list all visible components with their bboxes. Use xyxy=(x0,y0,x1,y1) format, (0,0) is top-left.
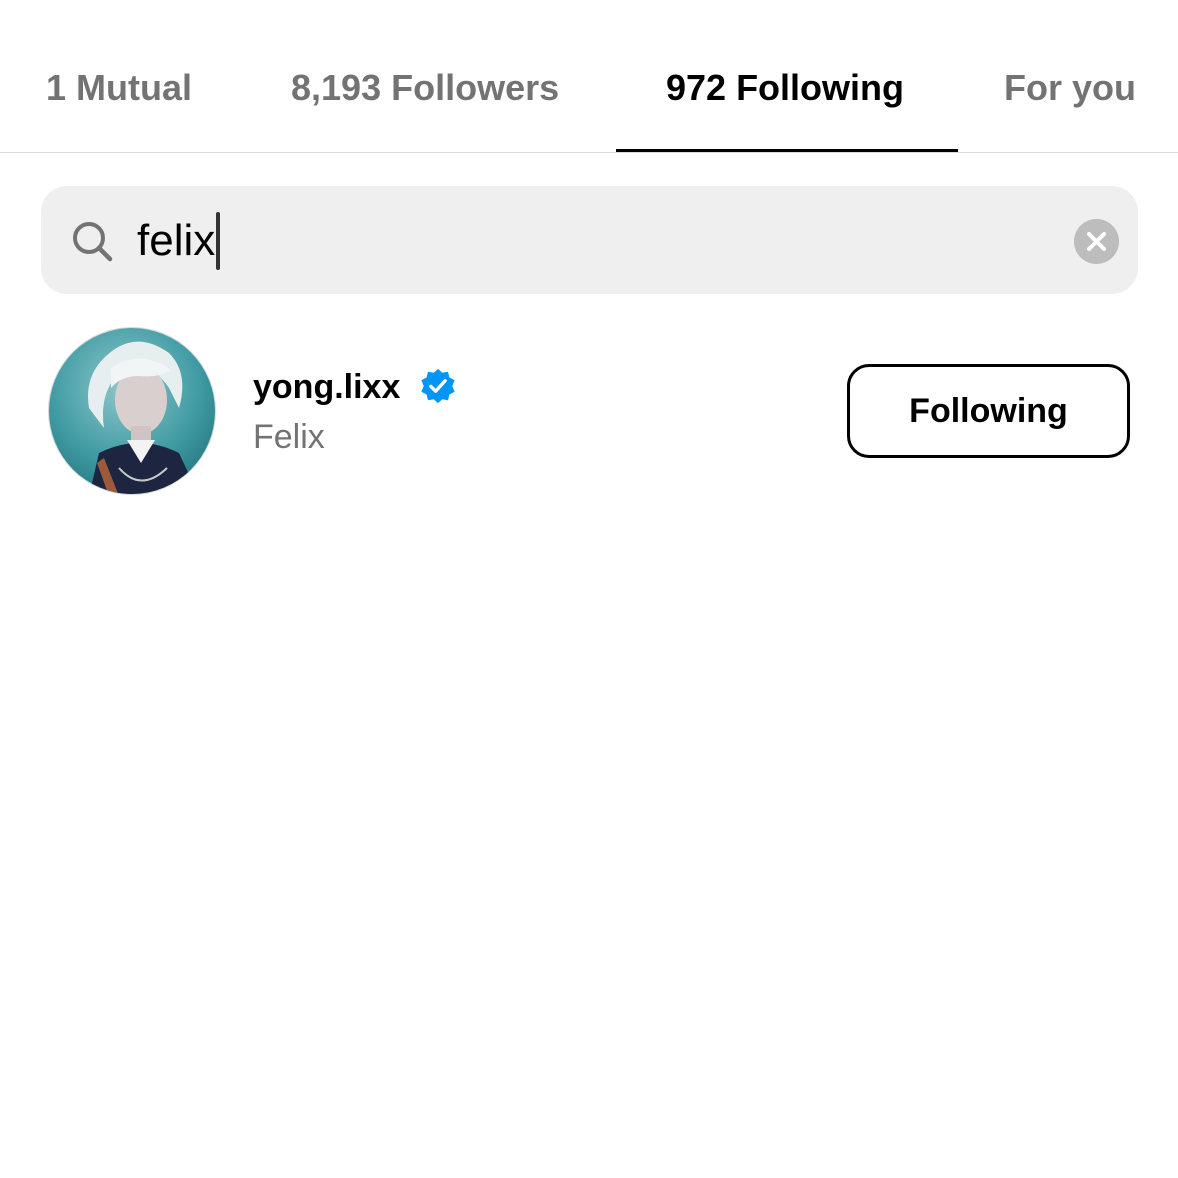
following-button[interactable]: Following xyxy=(847,364,1130,458)
avatar[interactable] xyxy=(48,327,216,495)
search-input-value: felix xyxy=(137,216,216,265)
tab-following[interactable]: 972 Following xyxy=(666,64,904,112)
tab-followers[interactable]: 8,193 Followers xyxy=(291,64,559,112)
profile-tabs: 1 Mutual 8,193 Followers 972 Following F… xyxy=(0,0,1178,153)
tab-mutual[interactable]: 1 Mutual xyxy=(46,64,192,112)
active-tab-indicator xyxy=(616,149,958,152)
username[interactable]: yong.lixx xyxy=(253,364,400,410)
verified-badge-icon xyxy=(421,368,455,404)
avatar-image xyxy=(49,328,215,494)
tab-for-you[interactable]: For you xyxy=(1004,64,1136,112)
search-icon xyxy=(73,222,113,262)
close-icon[interactable] xyxy=(1074,219,1119,264)
full-name: Felix xyxy=(253,418,325,456)
text-caret xyxy=(216,212,221,270)
search-input[interactable]: felix xyxy=(137,211,221,271)
